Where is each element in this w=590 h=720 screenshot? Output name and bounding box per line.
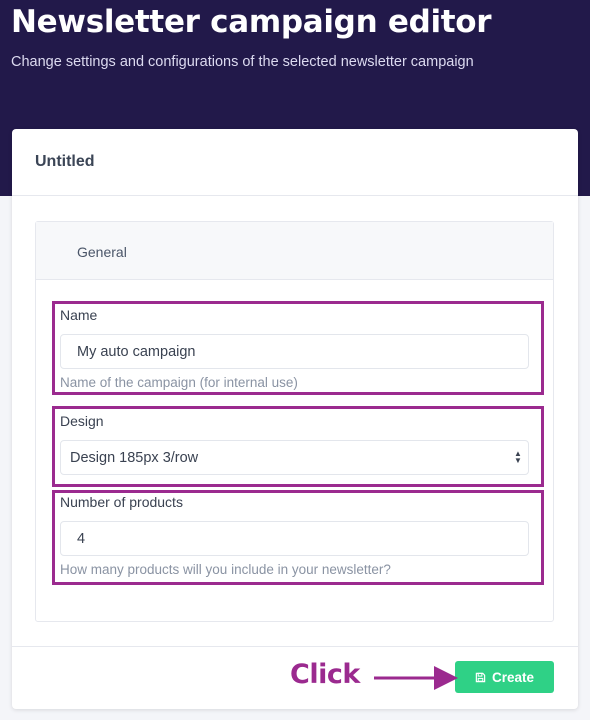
click-annotation: Click bbox=[290, 659, 360, 690]
select-arrows-icon: ▲ ▼ bbox=[514, 449, 522, 465]
create-button[interactable]: Create bbox=[455, 661, 554, 693]
name-input[interactable]: My auto campaign bbox=[60, 334, 529, 369]
general-tab[interactable]: General bbox=[36, 222, 553, 280]
products-label: Number of products bbox=[60, 494, 183, 510]
design-select[interactable]: Design 185px 3/row ▲ ▼ bbox=[60, 440, 529, 475]
name-label: Name bbox=[60, 307, 98, 323]
products-input[interactable]: 4 bbox=[60, 521, 529, 556]
products-input-value: 4 bbox=[77, 531, 86, 547]
page-title: Newsletter campaign editor bbox=[11, 4, 492, 40]
name-help-text: Name of the campaign (for internal use) bbox=[60, 375, 298, 390]
page-subtitle: Change settings and configurations of th… bbox=[11, 54, 474, 70]
design-select-value: Design 185px 3/row bbox=[70, 450, 199, 466]
campaign-card: Untitled General Name My auto campaign N… bbox=[12, 129, 578, 709]
card-header: Untitled bbox=[12, 129, 578, 196]
name-input-value: My auto campaign bbox=[77, 344, 196, 360]
save-icon bbox=[475, 672, 486, 682]
design-label: Design bbox=[60, 413, 104, 429]
products-help-text: How many products will you include in yo… bbox=[60, 562, 391, 577]
arrow-right-icon bbox=[374, 666, 458, 690]
create-button-label: Create bbox=[491, 669, 535, 685]
campaign-title: Untitled bbox=[35, 153, 95, 170]
general-tab-label: General bbox=[77, 244, 127, 260]
